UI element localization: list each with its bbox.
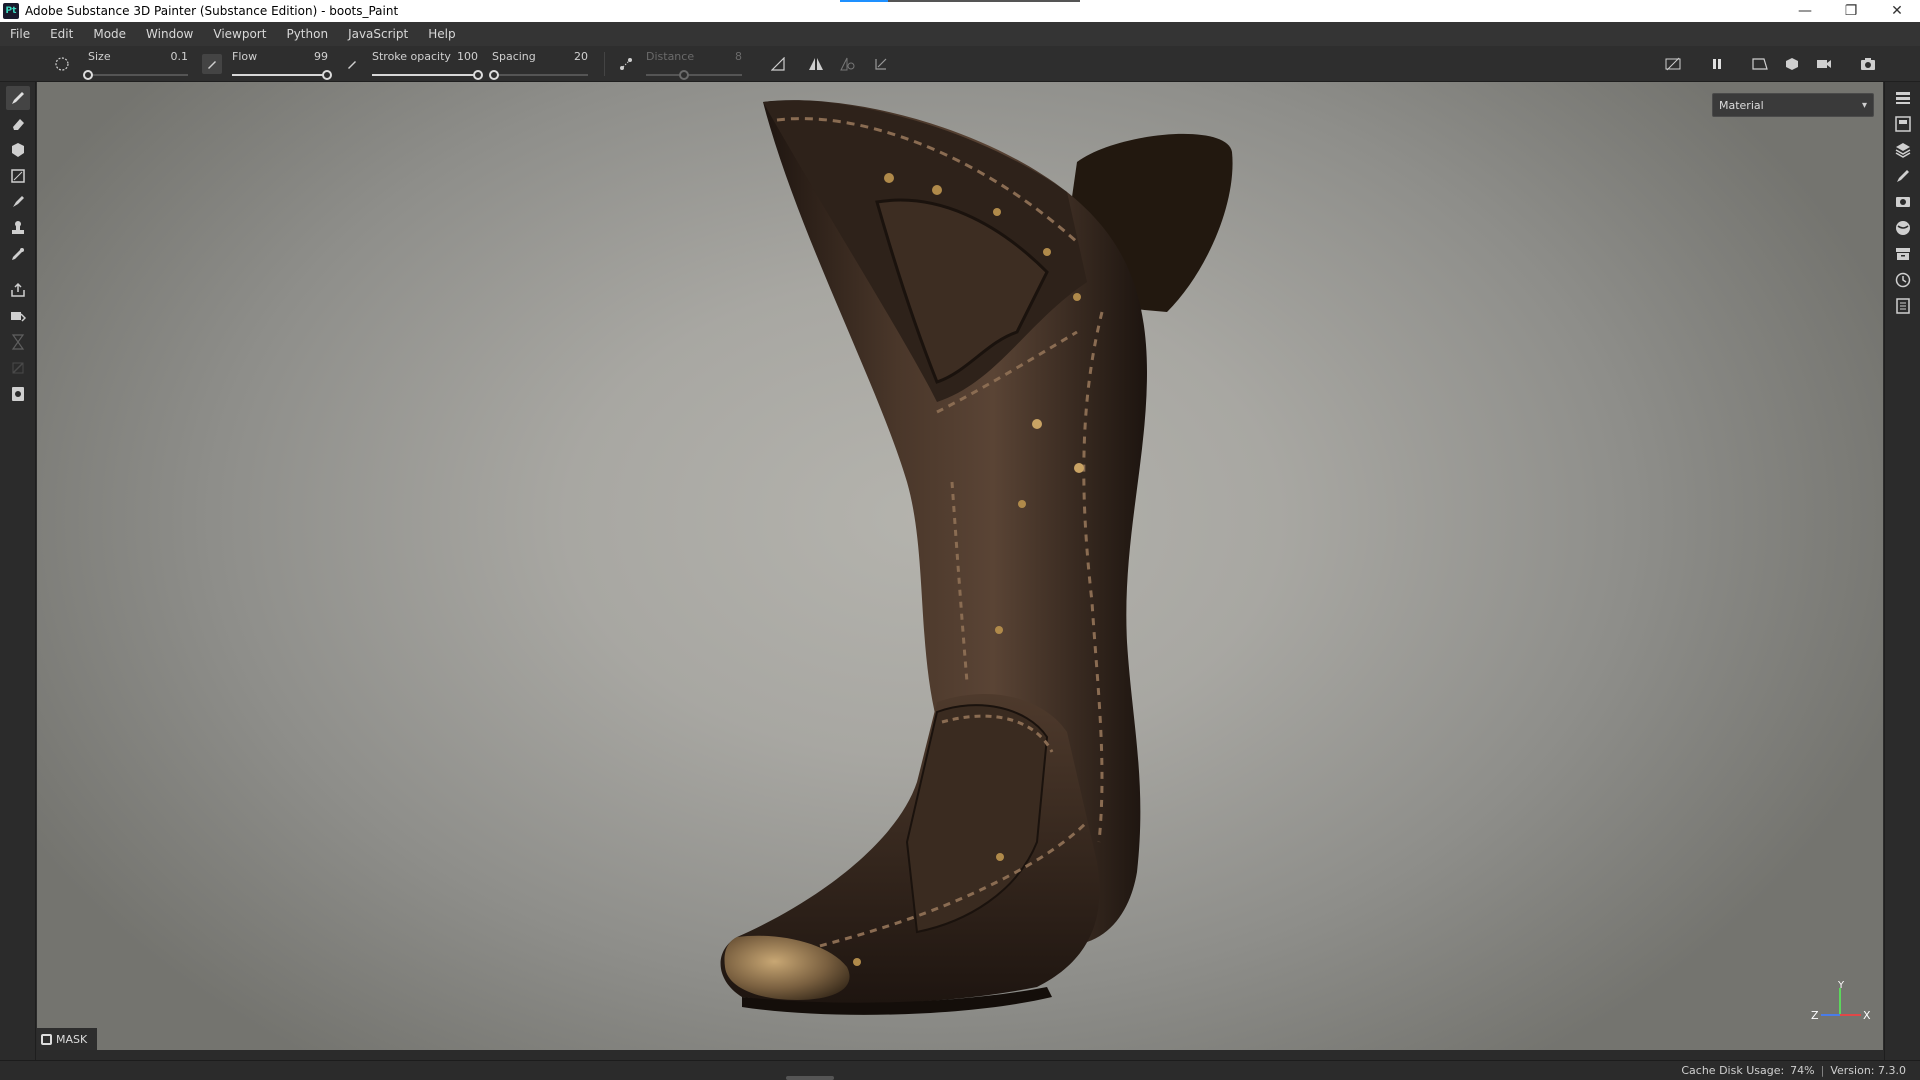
size-label: Size <box>88 50 111 63</box>
menu-viewport[interactable]: Viewport <box>203 22 276 46</box>
status-bar: Cache Disk Usage: 74% | Version: 7.3.0 <box>0 1060 1920 1080</box>
display-settings-icon[interactable] <box>1782 54 1802 74</box>
axis-x-label: X <box>1863 1009 1871 1022</box>
flow-slider-knob[interactable] <box>322 70 333 80</box>
eraser-icon[interactable] <box>6 112 30 136</box>
menu-file[interactable]: File <box>0 22 40 46</box>
camera-video-icon[interactable] <box>1814 54 1834 74</box>
stroke-opacity-slider[interactable]: Stroke opacity 100 <box>372 48 483 80</box>
version-label: Version: 7.3.0 <box>1830 1064 1906 1077</box>
spacing-label: Spacing <box>492 50 536 63</box>
properties-brush-icon[interactable] <box>1893 166 1913 186</box>
cache-disk-usage-label: Cache Disk Usage: <box>1681 1064 1785 1077</box>
mask-label: MASK <box>56 1032 88 1046</box>
size-slider[interactable]: Size 0.1 <box>83 48 189 80</box>
title-bar: Pt Adobe Substance 3D Painter (Substance… <box>0 0 1920 22</box>
distance-value[interactable]: 8 <box>735 50 742 63</box>
flow-slider[interactable]: Flow 99 <box>232 48 333 80</box>
restore-button[interactable]: ❐ <box>1828 0 1874 22</box>
window-title: Adobe Substance 3D Painter (Substance Ed… <box>25 4 399 18</box>
menu-edit[interactable]: Edit <box>40 22 83 46</box>
cache-disk-usage-value: 74% <box>1790 1064 1815 1077</box>
flow-label: Flow <box>232 50 258 63</box>
transform-icon[interactable] <box>871 54 891 74</box>
view-mode-icon[interactable] <box>1750 54 1770 74</box>
axis-gizmo: Y Z X <box>1811 980 1871 1022</box>
hourglass-icon[interactable] <box>6 330 30 354</box>
screenshot-camera-icon[interactable] <box>1858 54 1878 74</box>
mask-toggle[interactable]: MASK <box>37 1028 97 1050</box>
smudge-icon[interactable] <box>6 190 30 214</box>
boot-model-render[interactable] <box>37 82 1883 1050</box>
bottom-panel-resize-handle[interactable] <box>786 1076 834 1080</box>
geometry-mask-icon[interactable] <box>6 356 30 380</box>
menu-window[interactable]: Window <box>136 22 203 46</box>
axis-y-label: Y <box>1837 980 1845 991</box>
alignment-icon[interactable] <box>768 54 788 74</box>
left-tools-panel <box>0 82 36 1060</box>
menu-bar: File Edit Mode Window Viewport Python Ja… <box>0 22 1920 46</box>
menu-mode[interactable]: Mode <box>83 22 136 46</box>
pen-pressure-size-icon[interactable] <box>202 54 222 74</box>
title-progress-accent <box>840 0 1080 2</box>
layers-stack-icon[interactable] <box>1893 88 1913 108</box>
toolbar-separator <box>604 52 605 76</box>
texture-set-icon[interactable] <box>1893 114 1913 134</box>
menu-help[interactable]: Help <box>418 22 465 46</box>
close-button[interactable]: ✕ <box>1874 0 1920 22</box>
environment-globe-icon[interactable] <box>1893 218 1913 238</box>
stroke-opacity-label: Stroke opacity <box>372 50 451 63</box>
status-separator: | <box>1820 1064 1825 1077</box>
chevron-down-icon: ▾ <box>1861 99 1867 111</box>
size-slider-knob[interactable] <box>83 70 93 80</box>
symmetry-settings-icon[interactable] <box>838 54 858 74</box>
layers-icon[interactable] <box>1893 140 1913 160</box>
distance-slider[interactable]: Distance 8 <box>646 48 742 80</box>
distance-slider-knob[interactable] <box>679 70 690 80</box>
log-document-icon[interactable] <box>1893 296 1913 316</box>
pause-icon[interactable] <box>1707 54 1727 74</box>
stroke-opacity-slider-knob[interactable] <box>473 70 483 80</box>
minimize-button[interactable]: — <box>1782 0 1828 22</box>
measure-icon[interactable] <box>6 382 30 406</box>
bake-export-icon[interactable] <box>6 278 30 302</box>
projection-icon[interactable] <box>6 138 30 162</box>
axis-z-label: Z <box>1811 1009 1819 1022</box>
right-panels-bar <box>1884 82 1920 1060</box>
brush-shape-icon[interactable] <box>52 54 72 74</box>
color-picker-icon[interactable] <box>6 242 30 266</box>
pen-pressure-flow-icon[interactable] <box>342 54 362 74</box>
stroke-opacity-value[interactable]: 100 <box>457 50 478 63</box>
3d-viewport[interactable]: Material ▾ MASK Y Z X <box>37 82 1883 1050</box>
spacing-slider-knob[interactable] <box>488 70 499 80</box>
menu-python[interactable]: Python <box>276 22 338 46</box>
channel-select-value: Material <box>1719 98 1764 112</box>
size-value[interactable]: 0.1 <box>171 50 189 63</box>
menu-javascript[interactable]: JavaScript <box>338 22 418 46</box>
tool-properties-bar: Size 0.1 Flow 99 Stroke opacity 100 Spac… <box>0 46 1920 82</box>
flow-value[interactable]: 99 <box>314 50 328 63</box>
symmetry-icon[interactable] <box>806 54 826 74</box>
shelf-archive-icon[interactable] <box>1893 244 1913 264</box>
display-settings-panel-icon[interactable] <box>1893 192 1913 212</box>
polygon-fill-icon[interactable] <box>6 164 30 188</box>
lazy-mouse-icon[interactable] <box>616 54 636 74</box>
hide-ui-icon[interactable] <box>1663 54 1683 74</box>
mask-checkbox-icon[interactable] <box>41 1033 52 1045</box>
material-picker-icon[interactable] <box>6 304 30 328</box>
spacing-slider[interactable]: Spacing 20 <box>488 48 588 80</box>
paint-brush-icon[interactable] <box>6 86 30 110</box>
clone-stamp-icon[interactable] <box>6 216 30 240</box>
history-clock-icon[interactable] <box>1893 270 1913 290</box>
channel-select-dropdown[interactable]: Material ▾ <box>1712 93 1874 117</box>
app-logo-icon: Pt <box>3 3 19 19</box>
spacing-value[interactable]: 20 <box>574 50 588 63</box>
distance-label: Distance <box>646 50 695 63</box>
